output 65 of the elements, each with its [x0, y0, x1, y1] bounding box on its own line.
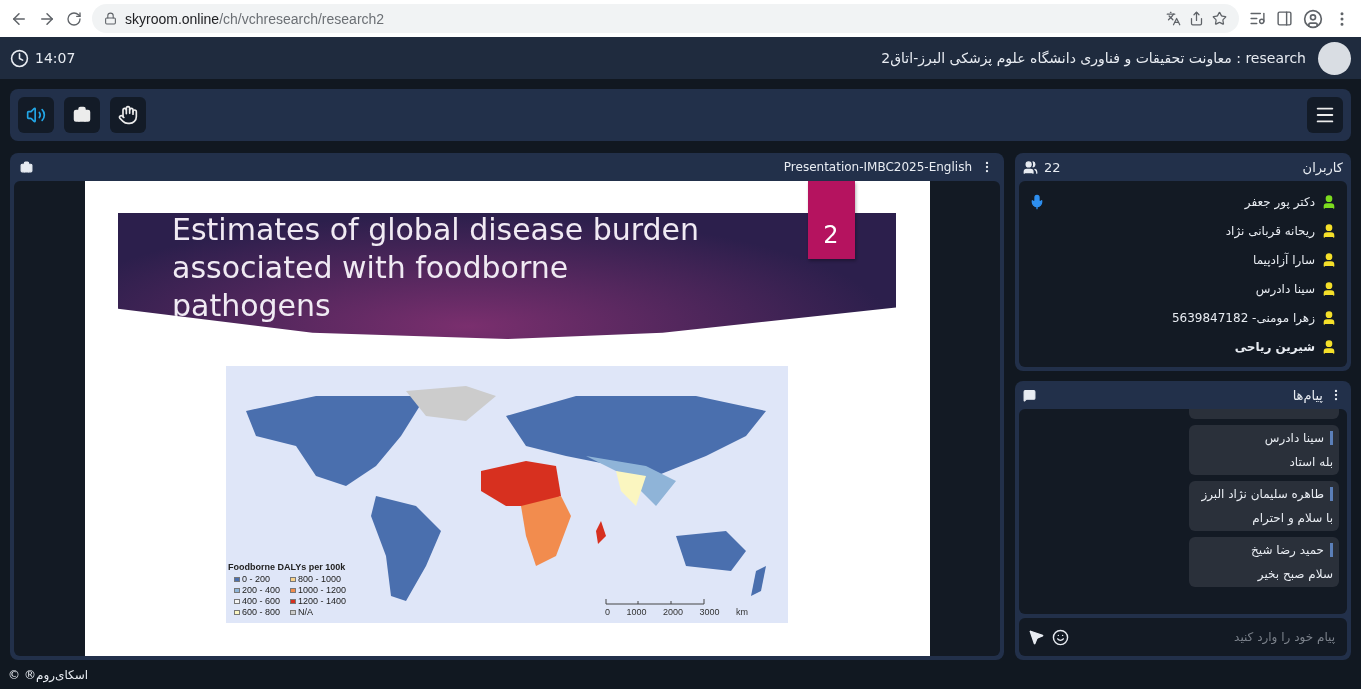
users-title: کاربران [1302, 159, 1343, 175]
user-name: زهرا مومنی- 5639847182 [1171, 310, 1315, 325]
message-text: بله استاد [1288, 455, 1333, 469]
send-icon[interactable] [1029, 629, 1044, 645]
user-row[interactable]: شیرین ریاحی [1029, 332, 1337, 361]
lock-icon [104, 12, 117, 25]
clock-icon [10, 48, 29, 68]
legend-label: 0 - 200 [242, 574, 271, 584]
address-bar[interactable]: skyroom.online/ch/vchresearch/research2 [92, 4, 1239, 33]
message-sender: طاهره سلیمان نژاد البرز [1195, 487, 1333, 501]
user-name: ریحانه قربانی نژاد [1225, 223, 1315, 238]
share-icon[interactable] [1189, 11, 1204, 26]
message-sender: سینا دادرس [1195, 431, 1333, 445]
sidebar-icon[interactable] [1276, 10, 1293, 27]
speaker-button[interactable] [18, 97, 54, 133]
user-row[interactable]: زهرا مومنی- 5639847182 [1029, 303, 1337, 332]
emoji-icon[interactable] [1052, 628, 1069, 646]
message-input[interactable]: پیام خود را وارد کنید [1077, 629, 1337, 645]
legend-label: 1000 - 1200 [298, 585, 347, 595]
user-row[interactable]: دکتر پور جعفر [1029, 187, 1337, 216]
user-name: سینا دادرس [1255, 281, 1315, 296]
message-text: با سلام و احترام [1251, 511, 1333, 525]
url-path: /ch/vchresearch/research2 [219, 10, 385, 27]
user-name: شیرین ریاحی [1234, 339, 1315, 354]
hand-icon [118, 105, 138, 125]
user-row[interactable]: سینا دادرس [1029, 274, 1337, 303]
url-host: skyroom.online [125, 10, 220, 27]
legend-label: 800 - 1000 [298, 574, 342, 584]
room-title: research : معاونت تحقیقات و فناوری دانشگاه علوم پزشکی البرز-اتاق2 [881, 50, 1306, 66]
legend-label: 200 - 400 [242, 585, 281, 595]
files-button[interactable] [64, 97, 100, 133]
star-icon[interactable] [1212, 11, 1227, 26]
message-text: سلام صبح بخیر [1256, 567, 1333, 581]
profile-icon[interactable] [1303, 8, 1323, 29]
user-row[interactable]: ریحانه قربانی نژاد [1029, 216, 1337, 245]
slide-title: Estimates of global disease burden associated with foodborne pathogens [172, 211, 700, 325]
legend-title: Foodborne DALYs per 100k [228, 562, 347, 572]
slide-number: 2 [807, 181, 855, 259]
briefcase-icon [20, 160, 33, 174]
avatar[interactable] [1318, 41, 1351, 75]
message-field[interactable]: پیام خود را وارد کنید [1019, 618, 1347, 656]
legend-label: 1200 - 1400 [298, 596, 347, 606]
translate-icon[interactable] [1166, 11, 1181, 26]
raise-hand-button[interactable] [110, 97, 146, 133]
user-count: 22 [1044, 159, 1061, 175]
user-name: دکتر پور جعفر [1244, 194, 1315, 209]
user-row[interactable]: سارا آزادپیما [1029, 245, 1337, 274]
briefcase-icon [73, 106, 91, 124]
user-name: سارا آزادپیما [1253, 252, 1315, 267]
speaker-icon [26, 105, 46, 125]
clock-time: 14:07 [35, 50, 76, 66]
scale-labels: 0 1000 2000 3000 km [604, 607, 748, 617]
legend-label: N/A [298, 607, 314, 617]
chat-icon [1023, 388, 1036, 402]
media-icon[interactable] [1249, 10, 1266, 27]
message-sender: حمید رضا شیخ [1195, 543, 1333, 557]
legend-label: 400 - 600 [242, 596, 281, 606]
copyright-symbol: © [8, 667, 20, 682]
reload-icon[interactable] [66, 10, 82, 27]
brand-name: اسکای‌روم® [24, 667, 89, 682]
users-icon [1023, 159, 1038, 175]
legend-label: 600 - 800 [242, 607, 281, 617]
menu-button[interactable] [1307, 97, 1343, 133]
messages-title: پیام‌ها [1292, 387, 1323, 403]
presentation-title: Presentation-IMBC2025-English [783, 160, 972, 174]
